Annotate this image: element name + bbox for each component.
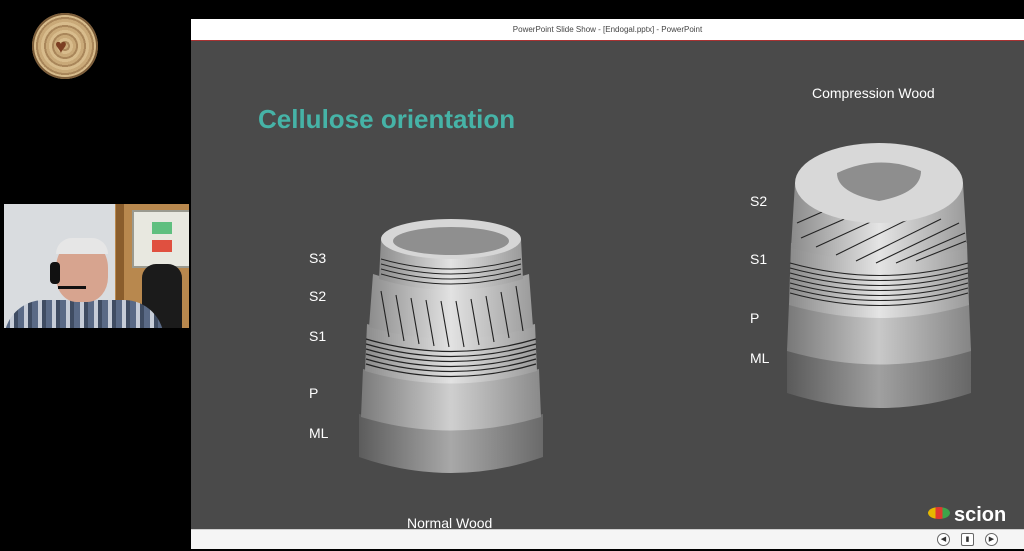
compression-wood-layer-s1: S1 [750,251,768,267]
next-slide-icon[interactable]: ▶ [985,533,998,546]
normal-wood-layer-p: P [309,385,319,401]
compression-wood-diagram [787,143,971,408]
slide-menu-icon[interactable]: ▮ [961,533,974,546]
compression-wood-caption: Compression Wood [812,85,935,101]
scion-wordmark: scion [954,504,1007,526]
window-title: PowerPoint Slide Show - [Endogal.pptx] -… [191,19,1024,41]
presenter-webcam [4,204,189,328]
normal-wood-layer-ml: ML [309,425,329,441]
compression-wood-layer-p: P [750,310,760,326]
normal-wood-layer-s2: S2 [309,288,327,304]
tree-ring-heart-icon: ♥ [32,13,98,79]
powerpoint-window: PowerPoint Slide Show - [Endogal.pptx] -… [191,19,1024,549]
previous-slide-icon[interactable]: ◀ [937,533,950,546]
slide: Cellulose orientation S3 S2 S1 P ML Norm… [191,41,1024,531]
normal-wood-layer-s1: S1 [309,328,327,344]
scion-mark-icon [928,507,950,519]
slideshow-status-bar: ◀ ▮ ▶ [191,529,1024,549]
normal-wood-layer-s3: S3 [309,250,327,266]
compression-wood-layer-ml: ML [750,350,770,366]
slide-title: Cellulose orientation [258,104,516,134]
heart-icon: ♥ [55,36,67,58]
compression-wood-layer-s2: S2 [750,193,768,209]
normal-wood-diagram [359,219,543,473]
scion-logo: scion [928,504,1006,527]
